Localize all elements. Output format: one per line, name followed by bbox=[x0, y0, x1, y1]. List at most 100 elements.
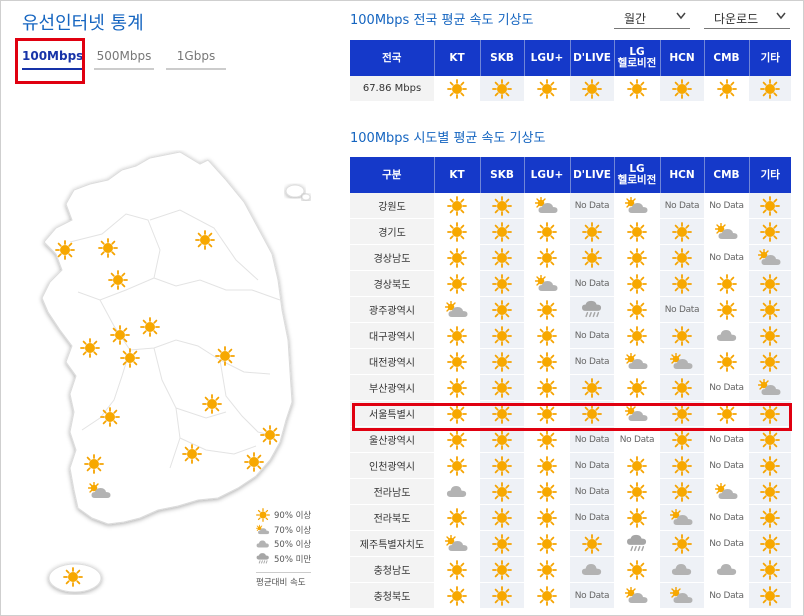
tab-1gbps[interactable]: 1Gbps bbox=[166, 46, 226, 70]
legend-label-50: 50% 이상 bbox=[274, 540, 312, 551]
no-data-label: No Data bbox=[574, 201, 610, 211]
weather-cell bbox=[434, 348, 480, 375]
weather-cell bbox=[660, 530, 704, 557]
weather-cell bbox=[704, 218, 749, 245]
weather-cell bbox=[614, 270, 660, 297]
weather-cell bbox=[570, 400, 614, 427]
sun-icon bbox=[537, 482, 557, 502]
no-data-label: No Data bbox=[709, 435, 744, 445]
weather-cell: No Data bbox=[570, 426, 614, 453]
weather-cell bbox=[480, 426, 524, 453]
sun-icon bbox=[672, 378, 692, 398]
weather-cell bbox=[749, 322, 791, 349]
weather-cell bbox=[660, 582, 704, 609]
weather-cell bbox=[614, 296, 660, 323]
column-header: D'LIVE bbox=[570, 40, 615, 76]
sun-icon bbox=[760, 586, 780, 606]
tab-500mbps[interactable]: 500Mbps bbox=[94, 46, 154, 70]
sun-icon bbox=[537, 79, 557, 99]
regional-weather-table: 구분 KT SKB LGU+ D'LIVE LG 헬로비전 HCN CMB 기타 강원도 No D… bbox=[350, 157, 791, 609]
weather-cell bbox=[480, 193, 524, 219]
sun-icon bbox=[492, 274, 512, 294]
sun-icon bbox=[717, 79, 737, 99]
no-data-label: No Data bbox=[574, 513, 610, 523]
legend-rain-icon bbox=[256, 552, 270, 566]
weather-cell bbox=[434, 452, 480, 479]
sun-icon bbox=[672, 274, 692, 294]
no-data-label: No Data bbox=[709, 539, 744, 549]
weather-cell bbox=[570, 530, 614, 557]
weather-cell bbox=[434, 530, 480, 557]
weather-cell bbox=[570, 296, 614, 323]
weather-cell bbox=[480, 504, 524, 531]
map-sun-icon-gangwon bbox=[195, 230, 215, 250]
weather-cell bbox=[524, 296, 570, 323]
period-select[interactable]: 월간 bbox=[614, 10, 690, 29]
national-title: 100Mbps 전국 평균 속도 기상도 bbox=[350, 13, 534, 28]
sun-icon bbox=[537, 560, 557, 580]
sun-icon bbox=[582, 248, 602, 268]
map-sun-icon-incheon bbox=[55, 240, 75, 260]
weather-cell bbox=[434, 218, 480, 245]
legend-partly-cloudy-icon bbox=[256, 524, 270, 536]
weather-cell bbox=[480, 452, 524, 479]
weather-cell bbox=[614, 556, 660, 583]
partly-cloudy-icon bbox=[535, 275, 559, 293]
region-name: 경기도 bbox=[350, 218, 434, 245]
sun-icon bbox=[717, 404, 737, 424]
weather-cell bbox=[614, 582, 660, 609]
weather-cell bbox=[660, 504, 704, 531]
weather-cell bbox=[434, 270, 480, 297]
weather-cell bbox=[704, 322, 749, 349]
map-sun-icon-gwangju bbox=[84, 454, 104, 474]
partly-cloudy-icon bbox=[715, 483, 739, 501]
weather-cell bbox=[749, 400, 791, 427]
weather-cell bbox=[749, 193, 791, 219]
region-name: 충청북도 bbox=[350, 582, 434, 609]
weather-cell bbox=[749, 504, 791, 531]
weather-cell bbox=[524, 322, 570, 349]
weather-cell bbox=[570, 218, 614, 245]
sun-icon bbox=[760, 326, 780, 346]
weather-cell bbox=[660, 426, 704, 453]
sun-icon bbox=[492, 248, 512, 268]
weather-cell: No Data bbox=[704, 504, 749, 531]
table-row: 충청북도 No Data No Data bbox=[350, 582, 791, 609]
tab-100mbps[interactable]: 100Mbps bbox=[22, 46, 83, 70]
weather-cell bbox=[524, 193, 570, 219]
sun-icon bbox=[537, 248, 557, 268]
region-name: 대전광역시 bbox=[350, 348, 434, 375]
weather-cell bbox=[749, 582, 791, 609]
weather-cell: No Data bbox=[704, 193, 749, 219]
sun-icon bbox=[672, 326, 692, 346]
weather-cell bbox=[480, 374, 524, 401]
weather-cell bbox=[749, 296, 791, 323]
weather-cell bbox=[749, 478, 791, 505]
cloud-icon bbox=[446, 483, 468, 500]
weather-cell bbox=[434, 296, 480, 323]
no-data-label: No Data bbox=[709, 591, 744, 601]
sun-icon bbox=[582, 404, 602, 424]
sun-icon bbox=[492, 508, 512, 528]
sun-icon bbox=[760, 560, 780, 580]
weather-cell bbox=[614, 530, 660, 557]
weather-cell bbox=[749, 218, 791, 245]
direction-select[interactable]: 다운로드 bbox=[704, 10, 790, 29]
weather-cell: No Data bbox=[570, 478, 614, 505]
weather-cell bbox=[704, 76, 749, 102]
weather-cell bbox=[749, 348, 791, 375]
sun-icon bbox=[760, 456, 780, 476]
weather-cell bbox=[660, 348, 704, 375]
column-header: LGU+ bbox=[524, 40, 571, 76]
region-name: 경상남도 bbox=[350, 244, 434, 271]
weather-cell bbox=[480, 348, 524, 375]
no-data-label: No Data bbox=[709, 383, 744, 393]
weather-cell bbox=[660, 556, 704, 583]
weather-cell bbox=[480, 218, 524, 245]
weather-cell bbox=[524, 374, 570, 401]
map-sun-icon-gyeongnam bbox=[182, 444, 202, 464]
period-select-value: 월간 bbox=[624, 12, 647, 26]
sun-icon bbox=[582, 222, 602, 242]
legend-label-under-50: 50% 미만 bbox=[274, 554, 312, 565]
weather-cell bbox=[660, 478, 704, 505]
